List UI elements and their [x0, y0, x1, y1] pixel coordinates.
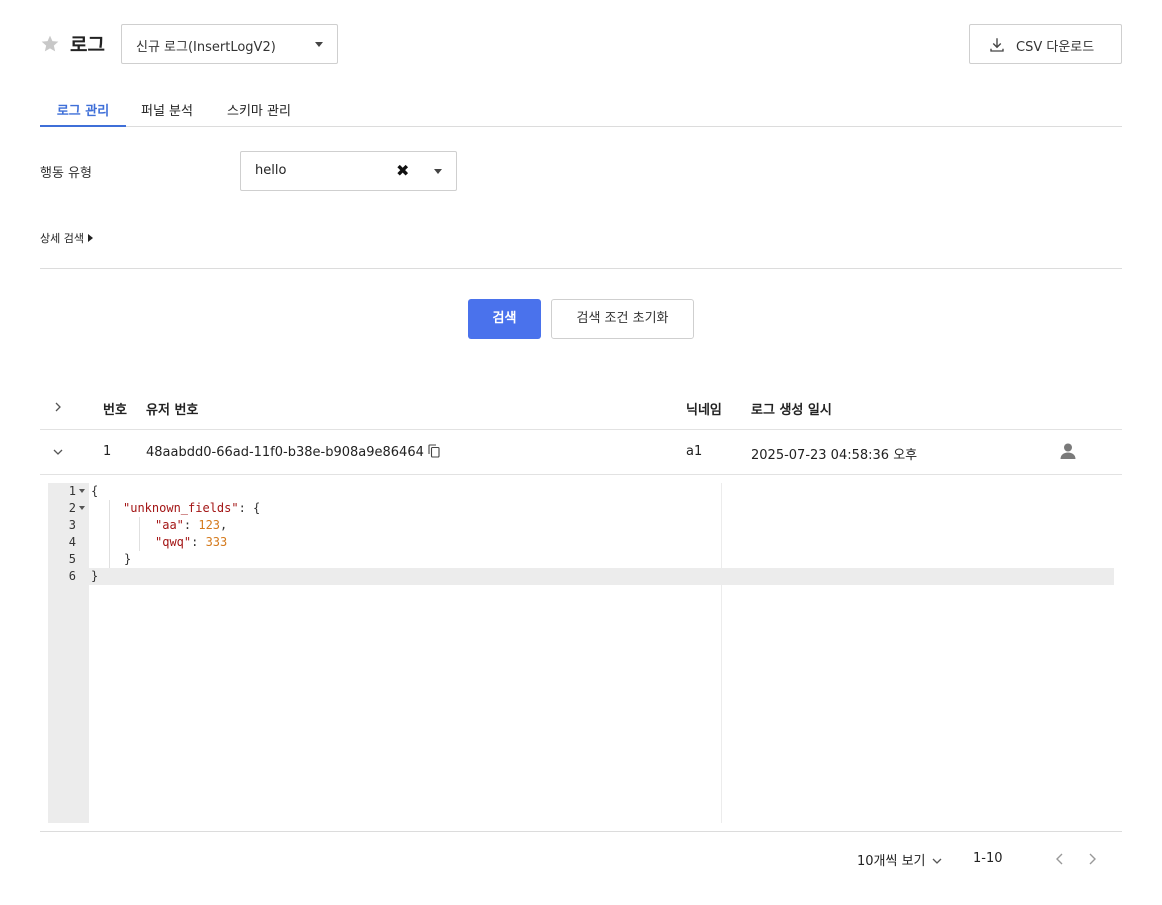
column-header-nickname: 닉네임 — [686, 403, 722, 418]
next-page-chevron-icon[interactable] — [1086, 851, 1098, 867]
per-page-label: 10개씩 보기 — [857, 854, 926, 869]
table-header: 번호 유저 번호 닉네임 로그 생성 일시 — [40, 386, 1122, 430]
csv-download-label: CSV 다운로드 — [1016, 40, 1095, 55]
advanced-search-toggle[interactable]: 상세 검색 — [40, 230, 93, 246]
line-number: 5 — [68, 552, 76, 566]
per-page-select[interactable]: 10개씩 보기 — [857, 850, 942, 869]
column-header-number: 번호 — [103, 403, 127, 418]
indent-guide — [139, 517, 140, 551]
fold-icon[interactable] — [79, 506, 85, 510]
table-row[interactable]: 1 48aabdd0-66ad-11f0-b38e-b908a9e86464 a… — [40, 430, 1122, 475]
column-header-user-id: 유저 번호 — [146, 403, 199, 418]
caret-down-icon — [315, 42, 323, 47]
line-number: 1 — [68, 484, 76, 498]
divider — [40, 831, 1122, 832]
prev-page-chevron-icon[interactable] — [1054, 851, 1066, 867]
code-line: { — [91, 484, 99, 498]
row-user-id-cell: 48aabdd0-66ad-11f0-b38e-b908a9e86464 — [146, 444, 440, 460]
code-line: "qwq": 333 — [155, 535, 228, 549]
print-margin — [721, 483, 722, 823]
advanced-search-label: 상세 검색 — [40, 232, 84, 245]
tab-funnel-analysis[interactable]: 퍼널 분석 — [141, 100, 193, 126]
code-line: } — [91, 569, 99, 583]
action-type-value: hello — [255, 163, 287, 178]
divider — [40, 268, 1122, 269]
reset-filters-button[interactable]: 검색 조건 초기화 — [551, 299, 694, 339]
row-created-at: 2025-07-23 04:58:36 오후 — [751, 448, 918, 463]
search-button[interactable]: 검색 — [468, 299, 541, 339]
column-header-created-at: 로그 생성 일시 — [751, 403, 832, 418]
caret-down-icon — [434, 169, 442, 174]
tab-log-management[interactable]: 로그 관리 — [40, 100, 126, 127]
collapse-chevron-icon[interactable] — [53, 447, 63, 457]
csv-download-button[interactable]: CSV 다운로드 — [969, 24, 1122, 64]
line-number: 4 — [68, 535, 76, 549]
log-type-select[interactable]: 신규 로그(InsertLogV2) — [121, 24, 338, 64]
row-user-id: 48aabdd0-66ad-11f0-b38e-b908a9e86464 — [146, 445, 424, 460]
user-profile-icon[interactable] — [1059, 442, 1077, 460]
code-line: "aa": 123, — [155, 518, 228, 532]
action-type-label: 행동 유형 — [40, 166, 92, 181]
caret-right-icon — [87, 234, 93, 242]
line-number: 3 — [68, 518, 76, 532]
tab-bar: 로그 관리 퍼널 분석 스키마 관리 — [40, 100, 1122, 127]
download-icon — [990, 38, 1004, 52]
line-number: 2 — [68, 501, 76, 515]
log-type-select-value: 신규 로그(InsertLogV2) — [136, 40, 276, 55]
star-icon[interactable] — [40, 34, 60, 54]
fold-icon[interactable] — [79, 489, 85, 493]
page-range: 1-10 — [973, 851, 1003, 866]
indent-guide — [109, 500, 110, 568]
expand-all-chevron-icon[interactable] — [53, 402, 63, 412]
clear-icon[interactable]: ✖ — [396, 161, 409, 180]
active-line-highlight — [48, 568, 1114, 585]
line-number: 6 — [68, 569, 76, 583]
copy-icon[interactable] — [428, 444, 440, 458]
code-line: } — [124, 552, 132, 566]
tab-schema-management[interactable]: 스키마 관리 — [227, 100, 291, 126]
row-nickname: a1 — [686, 444, 703, 459]
json-editor[interactable]: 1 2 3 4 5 6 { "unknown_fields": { "aa": … — [48, 483, 1114, 823]
chevron-down-icon — [932, 858, 941, 864]
code-line: "unknown_fields": { — [123, 501, 261, 515]
page-title: 로그 — [70, 34, 105, 56]
row-number: 1 — [103, 444, 112, 459]
page-header: 로그 신규 로그(InsertLogV2) CSV 다운로드 — [40, 24, 1122, 64]
action-type-select[interactable]: hello ✖ — [240, 151, 457, 191]
